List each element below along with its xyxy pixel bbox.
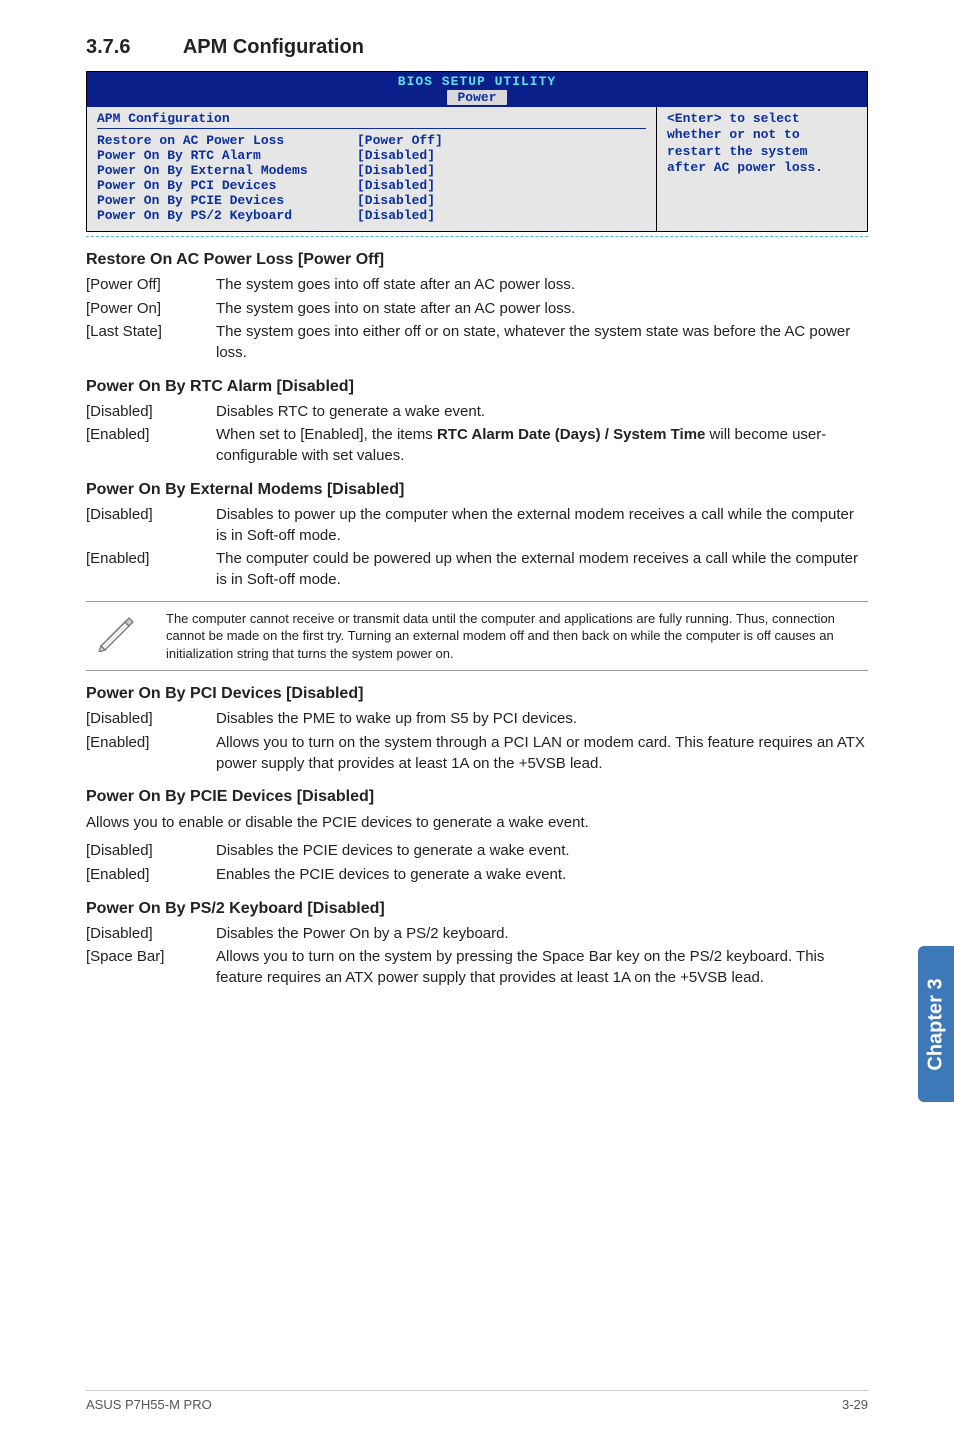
bios-setting-value: [Power Off] (357, 133, 443, 148)
option-row: [Last State] The system goes into either… (86, 322, 868, 363)
option-def: Disables RTC to generate a wake event. (216, 402, 868, 423)
option-def: Disables to power up the computer when t… (216, 505, 868, 546)
page-footer: ASUS P7H55-M PRO 3-29 (86, 1390, 868, 1412)
bios-setting-key: Power On By RTC Alarm (97, 148, 357, 163)
option-row: [Power On] The system goes into on state… (86, 299, 868, 320)
bios-setting-row: Power On By External Modems [Disabled] (97, 163, 646, 178)
option-term: [Power Off] (86, 275, 216, 296)
option-term: [Enabled] (86, 549, 216, 590)
option-heading: Power On By PCIE Devices [Disabled] (86, 788, 868, 806)
option-term: [Disabled] (86, 505, 216, 546)
option-row: [Disabled] Disables RTC to generate a wa… (86, 402, 868, 423)
bios-setting-key: Power On By PCIE Devices (97, 193, 357, 208)
option-row: [Enabled] When set to [Enabled], the ite… (86, 425, 868, 466)
option-def: Enables the PCIE devices to generate a w… (216, 865, 868, 886)
option-intro: Allows you to enable or disable the PCIE… (86, 812, 868, 833)
option-term: [Space Bar] (86, 947, 216, 988)
section-number: 3.7.6 (86, 36, 178, 59)
option-def: Allows you to turn on the system through… (216, 733, 868, 774)
option-row: [Enabled] Allows you to turn on the syst… (86, 733, 868, 774)
option-row: [Disabled] Disables to power up the comp… (86, 505, 868, 546)
option-heading: Power On By PCI Devices [Disabled] (86, 685, 868, 703)
bios-setting-row: Power On By RTC Alarm [Disabled] (97, 148, 646, 163)
option-heading: Power On By PS/2 Keyboard [Disabled] (86, 900, 868, 918)
option-row: [Disabled] Disables the PME to wake up f… (86, 709, 868, 730)
bios-setting-value: [Disabled] (357, 178, 435, 193)
bios-help-line: restart the system (667, 144, 857, 160)
divider-dashed (86, 236, 868, 237)
footer-right: 3-29 (842, 1397, 868, 1412)
option-def: Disables the Power On by a PS/2 keyboard… (216, 924, 868, 945)
option-def: When set to [Enabled], the items RTC Ala… (216, 425, 868, 466)
bios-tab-power: Power (447, 90, 506, 105)
bios-pane-heading: APM Configuration (97, 111, 646, 129)
option-term: [Disabled] (86, 841, 216, 862)
bios-setting-row: Power On By PCI Devices [Disabled] (97, 178, 646, 193)
note-block: The computer cannot receive or transmit … (86, 601, 868, 672)
option-row: [Disabled] Disables the PCIE devices to … (86, 841, 868, 862)
option-term: [Disabled] (86, 709, 216, 730)
bios-setting-key: Power On By PS/2 Keyboard (97, 208, 357, 223)
bios-help-line: after AC power loss. (667, 160, 857, 176)
option-row: [Enabled] Enables the PCIE devices to ge… (86, 865, 868, 886)
section-heading: 3.7.6 APM Configuration (86, 36, 868, 59)
bios-help-line: <Enter> to select (667, 111, 857, 127)
option-term: [Enabled] (86, 425, 216, 466)
bios-setting-row: Restore on AC Power Loss [Power Off] (97, 133, 646, 148)
option-term: [Power On] (86, 299, 216, 320)
bios-setting-row: Power On By PS/2 Keyboard [Disabled] (97, 208, 646, 223)
bios-help-pane: <Enter> to select whether or not to rest… (657, 107, 867, 231)
bios-setting-value: [Disabled] (357, 148, 435, 163)
option-def: The system goes into off state after an … (216, 275, 868, 296)
bios-title: BIOS SETUP UTILITY (87, 72, 867, 90)
note-text: The computer cannot receive or transmit … (166, 610, 868, 663)
bios-panel: BIOS SETUP UTILITY Power APM Configurati… (86, 71, 868, 232)
bold-text: RTC Alarm Date (Days) / System Time (437, 426, 705, 443)
bios-setting-row: Power On By PCIE Devices [Disabled] (97, 193, 646, 208)
bios-setting-key: Restore on AC Power Loss (97, 133, 357, 148)
bios-tab-row: Power (87, 90, 867, 107)
section-title: APM Configuration (183, 36, 364, 58)
text: When set to [Enabled], the items (216, 426, 437, 443)
option-def: The system goes into either off or on st… (216, 322, 868, 363)
option-heading: Power On By External Modems [Disabled] (86, 481, 868, 499)
note-pencil-icon (86, 610, 146, 650)
option-heading: Power On By RTC Alarm [Disabled] (86, 378, 868, 396)
option-def: The computer could be powered up when th… (216, 549, 868, 590)
option-row: [Disabled] Disables the Power On by a PS… (86, 924, 868, 945)
bios-setting-key: Power On By External Modems (97, 163, 357, 178)
option-def: Allows you to turn on the system by pres… (216, 947, 868, 988)
option-row: [Space Bar] Allows you to turn on the sy… (86, 947, 868, 988)
option-row: [Power Off] The system goes into off sta… (86, 275, 868, 296)
bios-setting-value: [Disabled] (357, 163, 435, 178)
bios-help-line: whether or not to (667, 127, 857, 143)
option-row: [Enabled] The computer could be powered … (86, 549, 868, 590)
bios-setting-value: [Disabled] (357, 193, 435, 208)
bios-left-pane: APM Configuration Restore on AC Power Lo… (87, 107, 657, 231)
footer-left: ASUS P7H55-M PRO (86, 1397, 212, 1412)
chapter-side-tab: Chapter 3 (918, 946, 954, 1102)
option-def: The system goes into on state after an A… (216, 299, 868, 320)
option-def: Disables the PCIE devices to generate a … (216, 841, 868, 862)
option-term: [Disabled] (86, 924, 216, 945)
option-def: Disables the PME to wake up from S5 by P… (216, 709, 868, 730)
option-term: [Last State] (86, 322, 216, 363)
chapter-side-label: Chapter 3 (925, 978, 948, 1070)
option-heading: Restore On AC Power Loss [Power Off] (86, 251, 868, 269)
option-term: [Enabled] (86, 865, 216, 886)
option-term: [Disabled] (86, 402, 216, 423)
option-term: [Enabled] (86, 733, 216, 774)
bios-setting-value: [Disabled] (357, 208, 435, 223)
bios-setting-key: Power On By PCI Devices (97, 178, 357, 193)
